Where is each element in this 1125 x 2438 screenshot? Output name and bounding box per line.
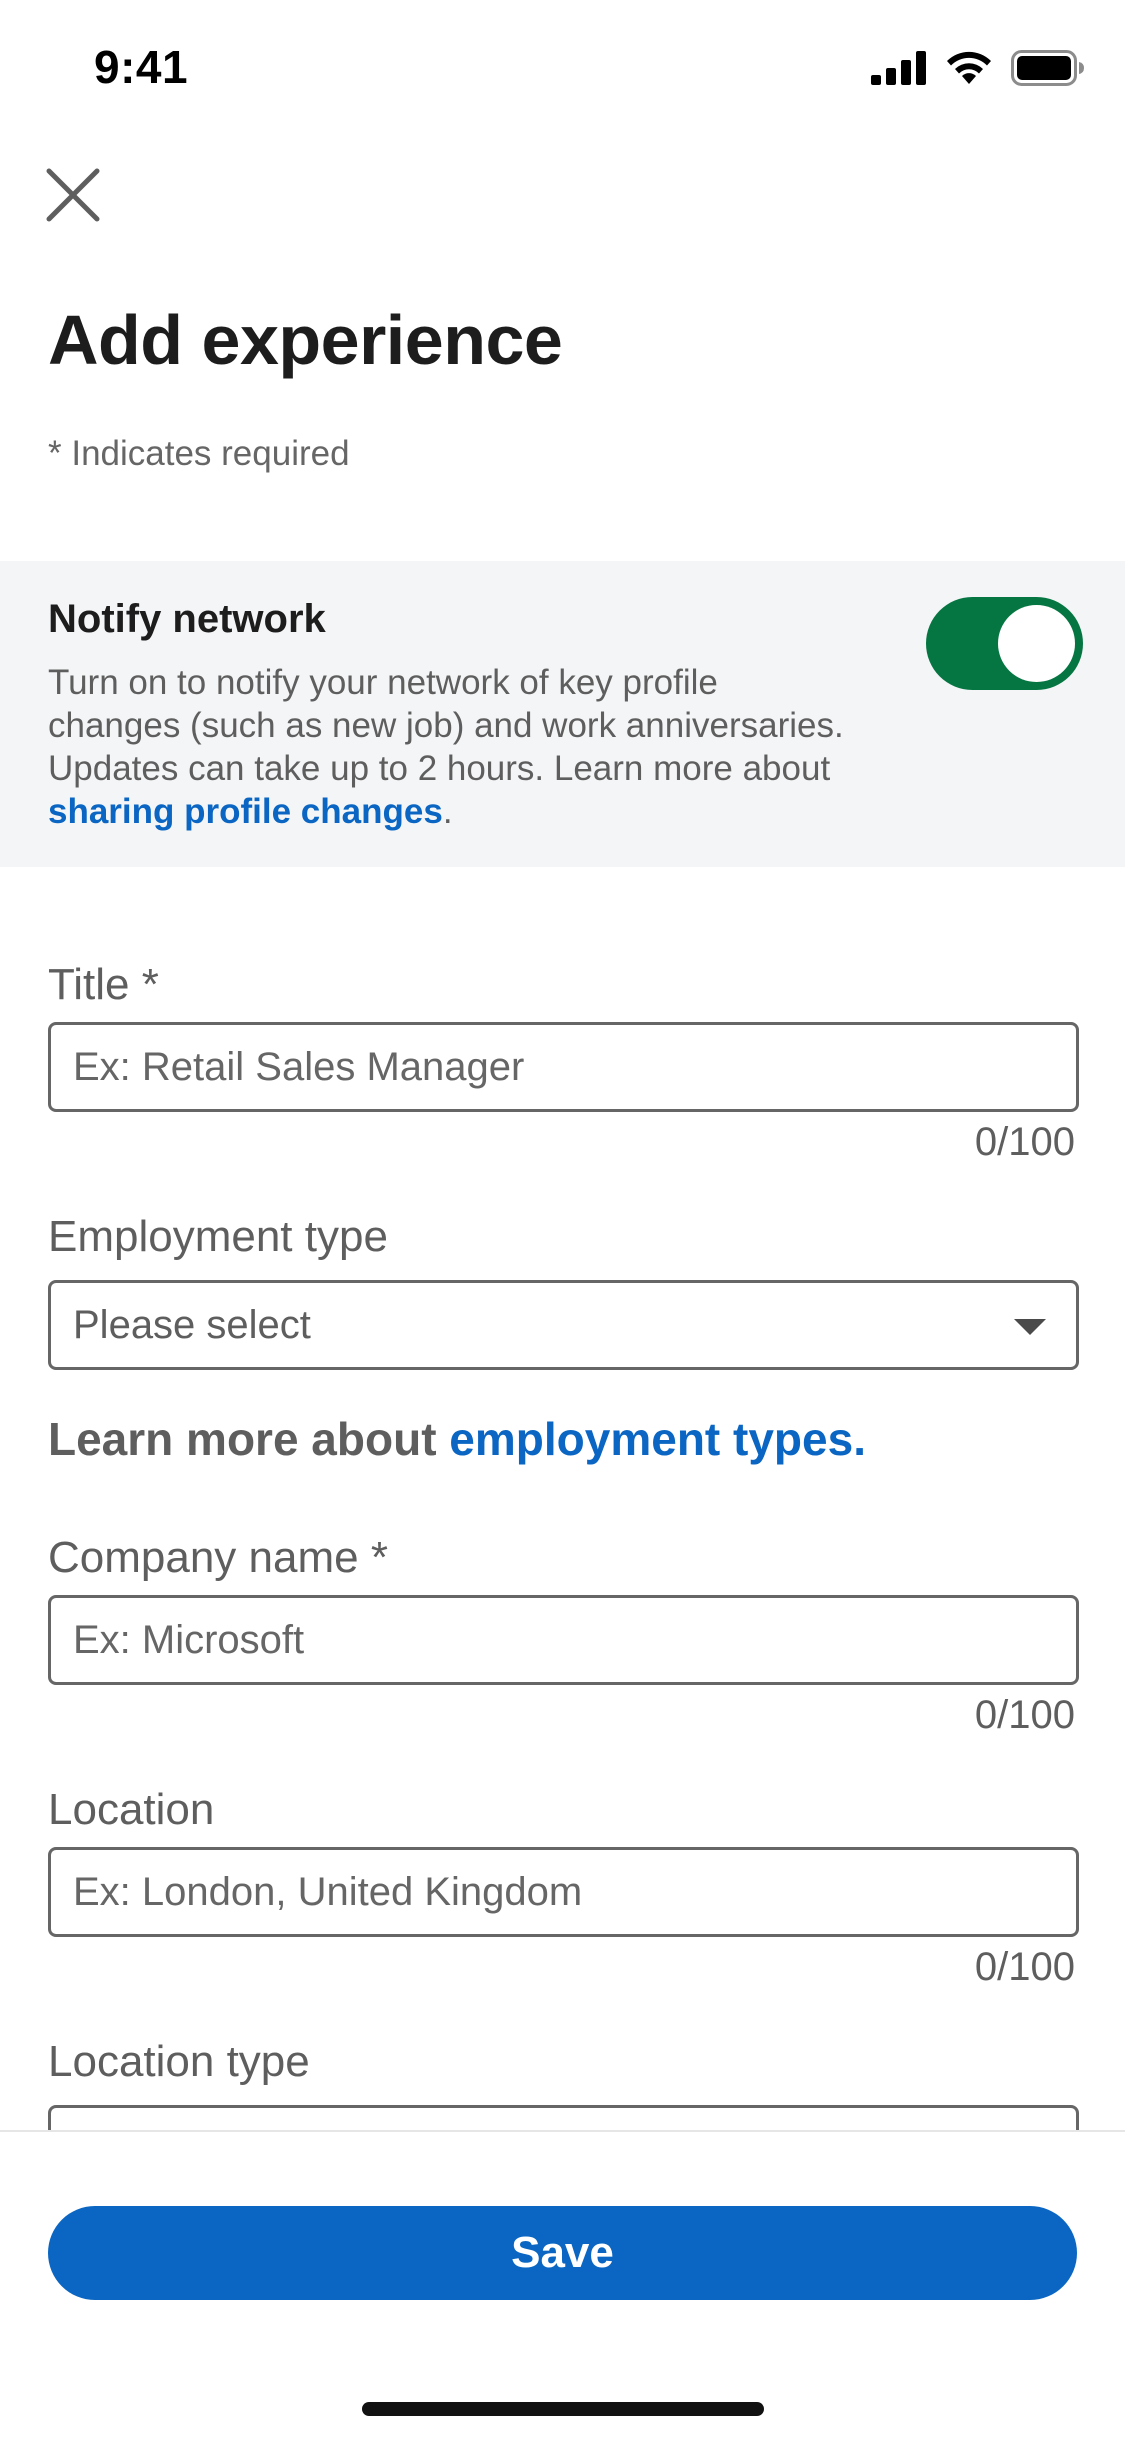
location-char-counter: 0/100: [974, 1945, 1075, 1989]
company-name-input[interactable]: [51, 1598, 1076, 1682]
cellular-signal-icon: [871, 51, 926, 85]
home-indicator: [362, 2402, 764, 2416]
status-bar: 9:41: [0, 0, 1125, 135]
location-input[interactable]: [51, 1850, 1076, 1934]
location-type-label: Location type: [48, 2037, 310, 2086]
notify-description-text: Turn on to notify your network of key pr…: [48, 663, 844, 788]
notify-network-title: Notify network: [48, 597, 326, 641]
location-field-box: [48, 1847, 1079, 1937]
dropdown-arrow-icon: [1014, 1319, 1046, 1335]
close-button[interactable]: [38, 160, 108, 230]
toggle-knob: [998, 605, 1075, 682]
footer: Save: [0, 2130, 1125, 2438]
status-icons: [871, 48, 1085, 88]
notify-description-suffix: .: [442, 792, 453, 831]
sharing-profile-changes-link[interactable]: sharing profile changes: [48, 792, 443, 831]
employment-type-value: Please select: [73, 1303, 311, 1347]
title-input[interactable]: [51, 1025, 1076, 1109]
title-field-box: [48, 1022, 1079, 1112]
wifi-icon: [947, 51, 991, 84]
save-button[interactable]: Save: [48, 2206, 1077, 2300]
learn-more-prefix: Learn more about: [48, 1413, 450, 1465]
company-name-char-counter: 0/100: [974, 1693, 1075, 1737]
page-title: Add experience: [48, 301, 563, 379]
company-name-field-box: [48, 1595, 1079, 1685]
notify-network-toggle[interactable]: [926, 597, 1083, 690]
required-note: * Indicates required: [48, 434, 350, 473]
learn-more-suffix: .: [853, 1413, 866, 1465]
notify-network-panel: Notify network Turn on to notify your ne…: [0, 561, 1125, 867]
battery-icon: [1011, 50, 1084, 86]
notify-network-description: Turn on to notify your network of key pr…: [48, 661, 848, 833]
employment-type-select[interactable]: Please select: [48, 1280, 1079, 1370]
title-label: Title *: [48, 960, 159, 1009]
close-icon: [46, 168, 100, 222]
location-label: Location: [48, 1785, 215, 1834]
employment-types-learn-more: Learn more about employment types.: [48, 1412, 866, 1466]
company-name-label: Company name *: [48, 1533, 388, 1582]
status-time: 9:41: [94, 41, 189, 93]
employment-type-label: Employment type: [48, 1212, 388, 1261]
title-char-counter: 0/100: [974, 1120, 1075, 1164]
employment-types-link[interactable]: employment types: [449, 1413, 853, 1465]
